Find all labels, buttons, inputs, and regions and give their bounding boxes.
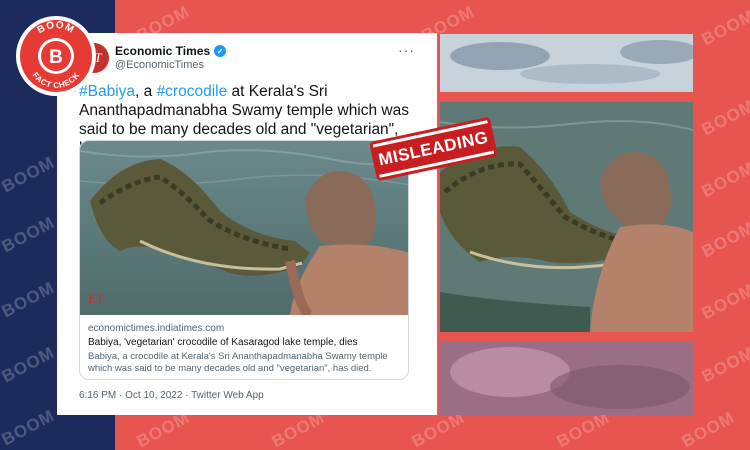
link-preview-card[interactable]: ET economictimes.indiatimes.com Babiya, … — [79, 140, 409, 380]
ellipsis-icon[interactable]: ··· — [398, 42, 415, 58]
boom-fact-check-logo: B BOOM FACT CHECK — [16, 16, 96, 96]
author-row: Economic Times ✓ — [115, 44, 227, 58]
display-name[interactable]: Economic Times — [115, 44, 210, 58]
link-title[interactable]: Babiya, 'vegetarian' crocodile of Kasara… — [88, 337, 404, 348]
video-frame-top — [440, 34, 693, 92]
video-frame-bottom — [440, 342, 693, 415]
tweet-text-segment: , a — [135, 83, 157, 100]
crocodile-photo: ET — [80, 141, 408, 315]
link-description: Babiya, a crocodile at Kerala's Sri Anan… — [88, 351, 388, 374]
link-domain: economictimes.indiatimes.com — [88, 323, 225, 334]
hashtag-link[interactable]: #crocodile — [157, 83, 228, 100]
image-logo-text: ET — [87, 291, 104, 306]
tweet-timestamp[interactable]: 6:16 PM · Oct 10, 2022 · Twitter Web App — [79, 390, 264, 401]
badge-letter: B — [49, 47, 63, 68]
user-handle[interactable]: @EconomicTimes — [115, 59, 204, 71]
link-preview-meta: economictimes.indiatimes.com Babiya, 've… — [88, 323, 404, 375]
verified-badge-icon: ✓ — [214, 45, 227, 57]
